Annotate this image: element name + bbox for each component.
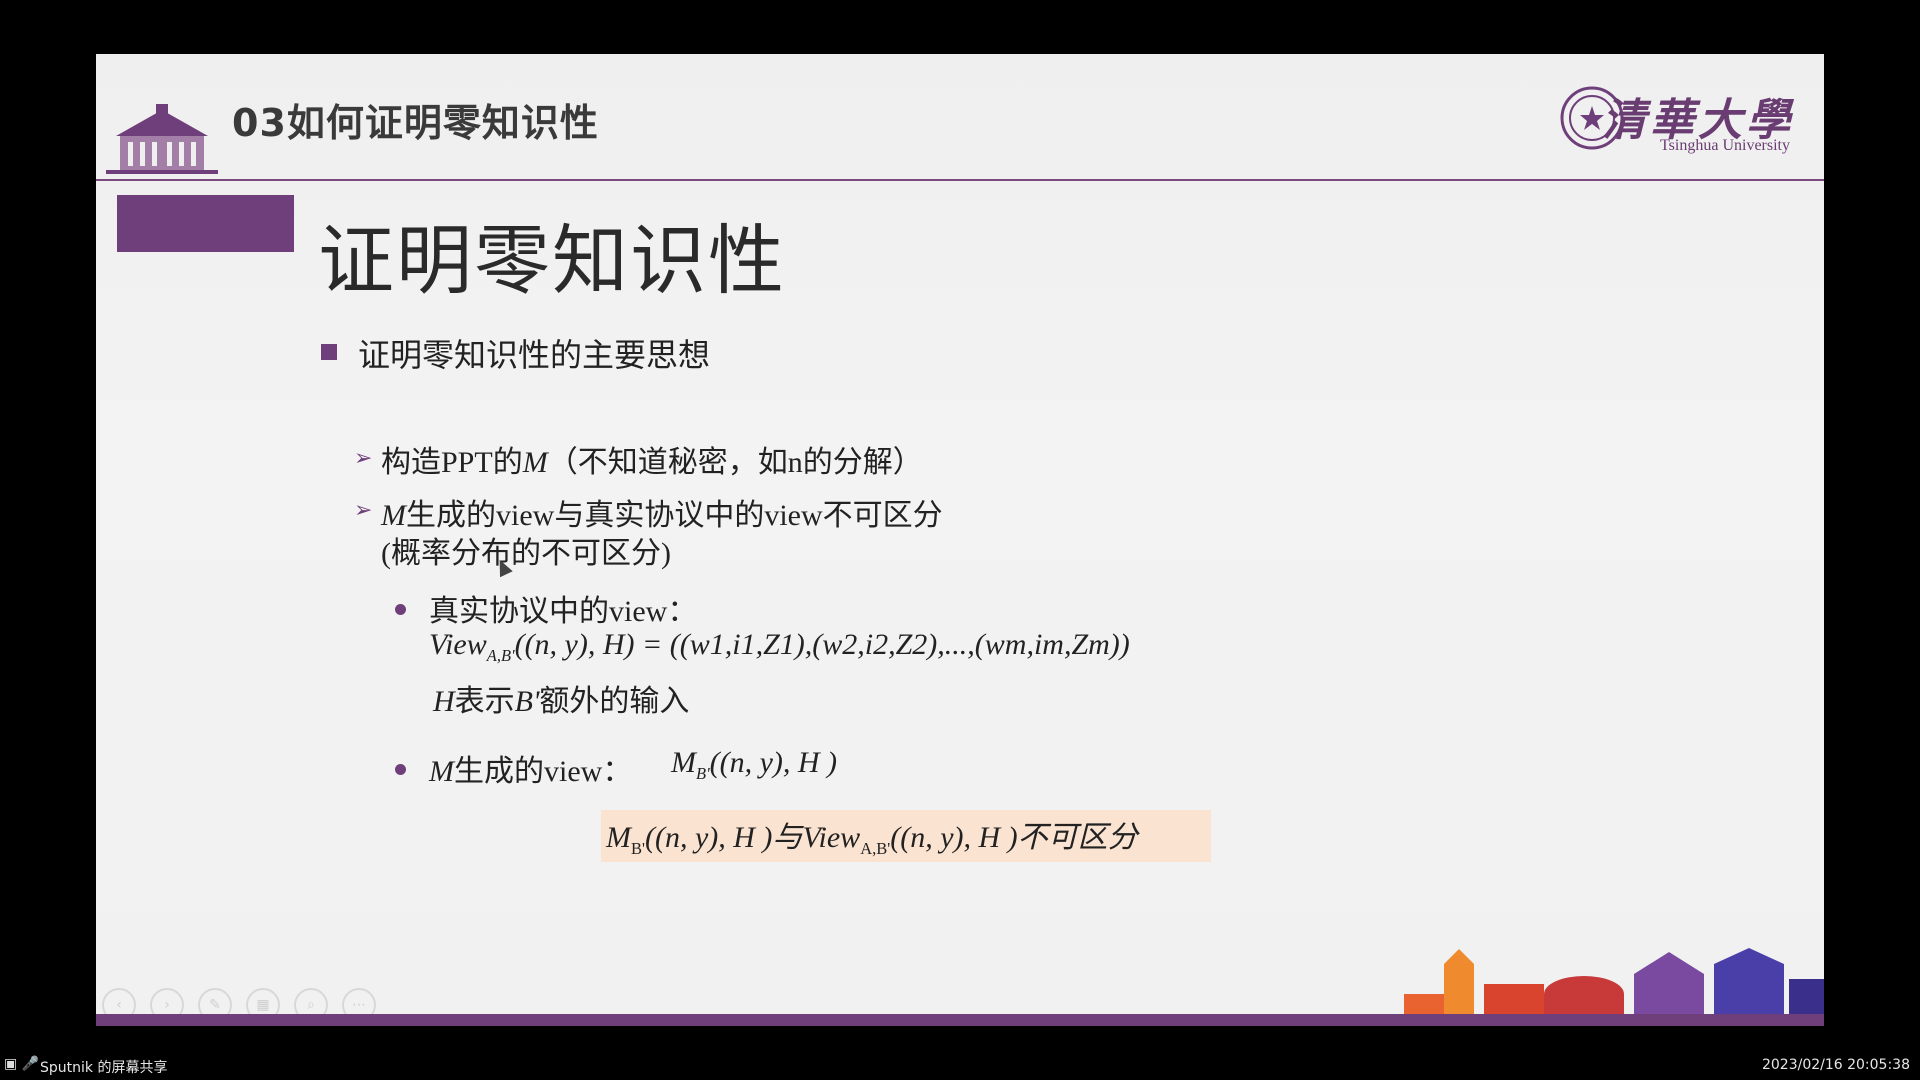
campus-building-logo (106, 104, 218, 174)
conclusion-m: M (606, 821, 631, 854)
h-desc-var: B' (514, 685, 540, 718)
footer-accent-bar (96, 1014, 1824, 1026)
m-formula-name: M (671, 746, 696, 779)
conclusion-m-sub: B' (631, 839, 645, 858)
conclusion-view-sub: A,B' (860, 839, 891, 858)
screen-share-label: Sputnik 的屏幕共享 (40, 1060, 168, 1076)
dot-bullet-icon (395, 604, 406, 615)
view-formula: ViewA,B'((n, y), H) = ((w1,i1,Z1),(w2,i2… (429, 628, 1130, 666)
view-formula-terms: 1,i1,Z1),(w2,i2,Z2),...,(wm,im,Zm)) (709, 628, 1130, 661)
m-formula-rest: ((n, y), H ) (709, 746, 838, 779)
view-formula-sub: A,B' (486, 646, 515, 665)
sub-bullet-construct: 构造PPT的M（不知道秘密，如n的分解） (381, 437, 923, 481)
main-bullet-text: 证明零知识性的主要思想 (358, 336, 711, 374)
slide-title: 证明零知识性 (318, 216, 786, 305)
bullet-square-icon (321, 344, 337, 360)
conclusion-text: MB'((n, y), H )与ViewA,B'((n, y), H )不可区分 (606, 812, 1138, 859)
sub1-prefix: 构造PPT的 (381, 446, 523, 479)
campus-skyline-decoration (1404, 948, 1824, 1014)
view-formula-rest: ((n, y), H) = ((w (514, 628, 710, 661)
m-view-text: 生成的view： (454, 755, 633, 788)
header-divider (96, 179, 1824, 181)
h-desc-2: 额外的输入 (539, 685, 690, 718)
title-accent-block (117, 195, 294, 252)
h-desc-1: 表示 (454, 685, 515, 718)
screen-share-icon: ▣ 🎤 (4, 1056, 40, 1072)
sub1-var: M (522, 446, 548, 479)
view-formula-name: View (429, 628, 487, 661)
presentation-slide: 03如何证明零知识性 清華大學 Tsinghua University 证明零知… (96, 54, 1824, 1026)
sub1-suffix: （不知道秘密，如n的分解） (547, 446, 923, 479)
screen-share-status-bar: ▣ 🎤 Sputnik 的屏幕共享 2023/02/16 20:05:38 (0, 1052, 1920, 1080)
m-view-label: M生成的view： (429, 746, 632, 790)
h-var: H (433, 685, 455, 718)
real-view-label: 真实协议中的view： (429, 595, 698, 628)
conclusion-view: View (802, 821, 861, 854)
university-name-english: Tsinghua University (1660, 137, 1790, 154)
h-description: H表示B'额外的输入 (433, 676, 689, 720)
timestamp: 2023/02/16 20:05:38 (1761, 1057, 1910, 1073)
arrow-bullet-icon: ➢ (354, 446, 373, 471)
arrow-bullet-icon: ➢ (354, 498, 373, 523)
sub-bullet-indistinguishable-line2: (概率分布的不可区分) (381, 537, 671, 570)
m-formula-sub: B' (696, 764, 710, 783)
section-header-title: 03如何证明零知识性 (232, 101, 599, 145)
m-view-var: M (429, 755, 454, 788)
m-formula: MB'((n, y), H ) (671, 746, 837, 784)
dot-bullet-icon (395, 764, 406, 775)
conclusion-mid: ((n, y), H )与 (644, 821, 803, 854)
conclusion-end: ((n, y), H )不可区分 (890, 821, 1138, 854)
